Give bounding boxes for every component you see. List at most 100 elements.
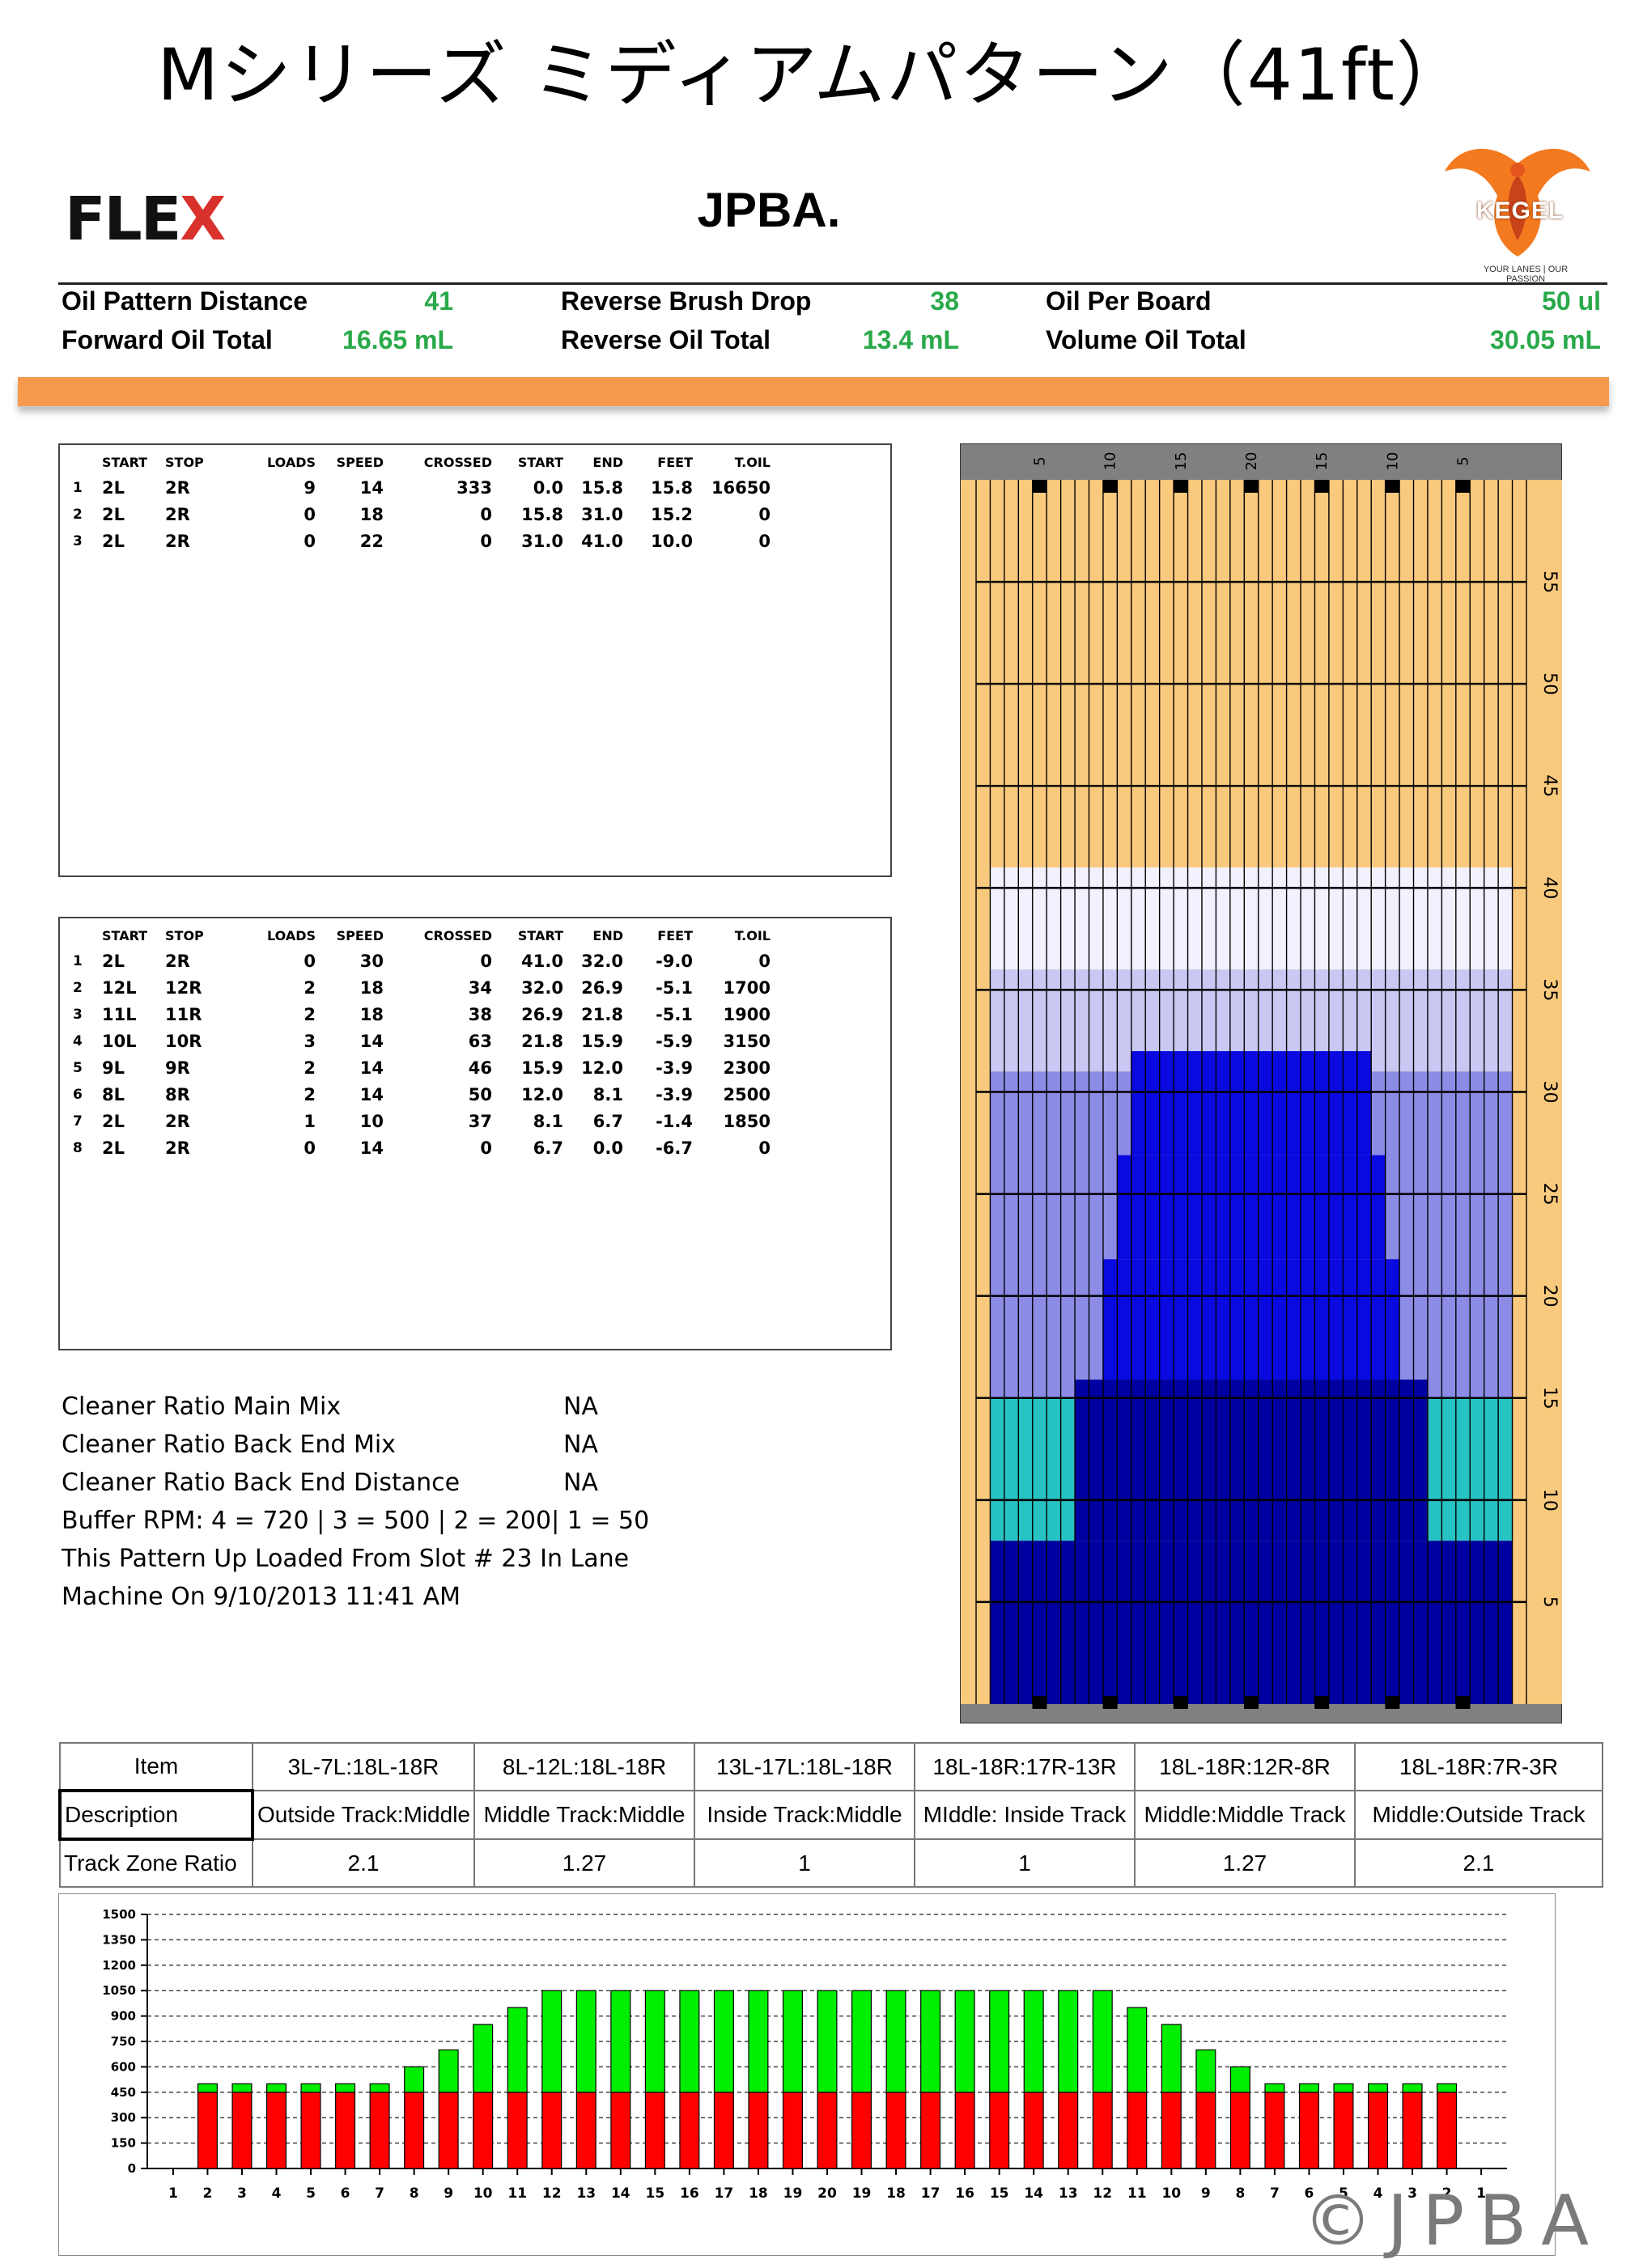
x-tick-label: 9 — [444, 2185, 453, 2202]
table-cell: 15.9 — [581, 1031, 623, 1051]
note-value: NA — [563, 1393, 598, 1421]
note-label: Cleaner Ratio Back End Distance — [62, 1469, 461, 1497]
table-cell: 31.0 — [521, 531, 563, 551]
table-cell: 34 — [468, 977, 492, 998]
table-cell: 0 — [758, 1138, 771, 1158]
bar-green — [1298, 2083, 1319, 2093]
table-cell: 0.0 — [533, 477, 563, 498]
table-cell: 2 — [304, 1058, 316, 1078]
accent-bar — [18, 377, 1609, 407]
bar-green — [885, 1990, 906, 2093]
table-row: 8 2L 2R 0 14 0 6.7 0.0 -6.7 0 — [70, 1134, 774, 1161]
ratio-cell: Middle Track:Middle — [473, 1790, 695, 1840]
bar-red — [1437, 2092, 1458, 2169]
column-header: STOP — [165, 454, 204, 470]
stat-label: Reverse Brush Drop — [561, 286, 812, 316]
table-cell: 333 — [456, 477, 492, 498]
x-tick-label: 12 — [1093, 2185, 1112, 2202]
table-cell: 21.8 — [581, 1004, 623, 1024]
bar-red — [1127, 2092, 1148, 2169]
column-header — [70, 450, 99, 474]
flex-logo-text: FLE — [65, 184, 181, 254]
x-tick-label: 8 — [410, 2185, 419, 2202]
table-cell: 1 — [73, 479, 83, 496]
stat-label: Forward Oil Total — [62, 325, 273, 354]
kegel-tagline: YOUR LANES | OUR PASSION — [1483, 265, 1569, 284]
arrow-marker — [1314, 1696, 1330, 1709]
table-cell: 11L — [102, 1004, 137, 1024]
bar-green — [1402, 2083, 1423, 2093]
x-tick-label: 17 — [715, 2185, 734, 2202]
arrow-marker — [1314, 480, 1330, 493]
row-label: Item — [59, 1742, 253, 1791]
table-cell: 0 — [480, 531, 492, 551]
table-row: 6 8L 8R 2 14 50 12.0 8.1 -3.9 2500 — [70, 1081, 774, 1108]
table-cell: 2R — [165, 531, 190, 551]
y-tick-label: 300 — [111, 2110, 136, 2125]
table-cell: 0 — [304, 951, 316, 971]
stat-row: Oil Per Board 50 ul — [1046, 286, 1626, 316]
stat-row: Oil Pattern Distance 41 — [62, 286, 518, 316]
notes-panel: Cleaner Ratio Main Mix NA Cleaner Ratio Ba… — [62, 1388, 649, 1616]
table-cell: 10L — [102, 1031, 137, 1051]
bar-red — [1298, 2092, 1319, 2169]
table-cell: 0.0 — [592, 1138, 623, 1158]
bar-red — [541, 2092, 563, 2169]
table-cell: 11R — [165, 1004, 202, 1024]
ratio-cell: 1 — [694, 1838, 915, 1888]
bar-red — [748, 2092, 769, 2169]
column-header: STOP — [165, 927, 204, 943]
bar-red — [817, 2092, 838, 2169]
ratio-cell: 1.27 — [1134, 1838, 1356, 1888]
x-tick-label: 13 — [1059, 2185, 1078, 2202]
table-cell: 7 — [73, 1113, 83, 1130]
bar-red — [679, 2092, 700, 2169]
bar-red — [1161, 2092, 1182, 2169]
row-label: Description — [58, 1789, 254, 1841]
bar-red — [335, 2092, 356, 2169]
arrow-marker — [1102, 1696, 1118, 1709]
table-cell: 15.8 — [651, 477, 693, 498]
stat-label: Oil Per Board — [1046, 286, 1212, 316]
reverse-steps-box: START STOP LOADS SPEED CROSSED START END FEET T.… — [58, 917, 892, 1350]
bar-green — [989, 1990, 1010, 2093]
stat-value: 38 — [930, 286, 959, 316]
bar-green — [748, 1990, 769, 2093]
arrow-marker — [1455, 480, 1471, 493]
table-cell: 14 — [359, 1031, 384, 1051]
bar-green — [679, 1990, 700, 2093]
bar-green — [644, 1990, 665, 2093]
stat-value: 13.4 mL — [862, 325, 959, 354]
table-cell: 15.8 — [521, 504, 563, 524]
board-tick-label: 15 — [1173, 452, 1190, 471]
table-cell: 0 — [480, 951, 492, 971]
copyright: ©JPBA — [1303, 2181, 1604, 2262]
table-cell: 8.1 — [533, 1111, 563, 1131]
table-cell: 8.1 — [592, 1084, 623, 1104]
table-cell: 0 — [304, 1138, 316, 1158]
table-cell: 12.0 — [581, 1058, 623, 1078]
table-cell: 3 — [304, 1031, 316, 1051]
table-cell: 26.9 — [521, 1004, 563, 1024]
x-tick-label: 7 — [1270, 2185, 1280, 2202]
y-tick-label: 1050 — [102, 1983, 136, 1998]
bar-red — [438, 2092, 459, 2169]
table-cell: 2L — [102, 531, 125, 551]
board-tick-label: 20 — [1243, 452, 1260, 471]
x-tick-label: 4 — [272, 2185, 282, 2202]
oil-zone-5 — [990, 1541, 1513, 1704]
table-cell: 0 — [758, 531, 771, 551]
bar-green — [1437, 2083, 1458, 2093]
table-cell: 18 — [359, 504, 384, 524]
ratio-cell: 2.1 — [1354, 1838, 1603, 1888]
arrow-marker — [1032, 1696, 1047, 1709]
bar-green — [265, 2083, 287, 2093]
table-cell: 6 — [73, 1086, 83, 1103]
bar-red — [300, 2092, 321, 2169]
column-header: START — [102, 454, 148, 470]
column-header: SPEED — [336, 927, 384, 943]
bar-red — [1264, 2092, 1285, 2169]
note-row: Cleaner Ratio Main Mix NA — [62, 1388, 649, 1426]
bar-green — [851, 1990, 872, 2093]
bar-red — [197, 2092, 218, 2169]
